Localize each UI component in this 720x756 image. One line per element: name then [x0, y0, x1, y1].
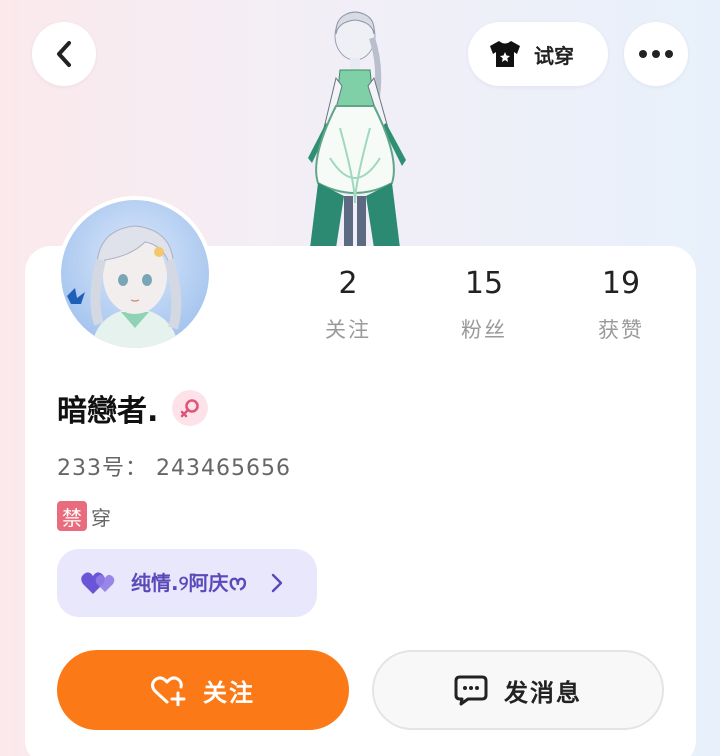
stat-following-label: 关注 [325, 318, 371, 342]
back-button[interactable] [32, 22, 96, 86]
chat-bubble-icon [454, 675, 488, 706]
message-button[interactable]: 发消息 [372, 650, 664, 730]
follow-label: 关注 [203, 678, 255, 707]
follow-button[interactable]: 关注 [57, 650, 349, 730]
stat-followers-label: 粉丝 [461, 318, 507, 342]
stat-followers[interactable]: 15 粉丝 [424, 262, 544, 344]
try-on-label: 试穿 [534, 43, 574, 68]
female-icon [172, 390, 209, 426]
partner-link[interactable]: 纯情.୨阿庆ᰔ [57, 549, 317, 617]
more-dots-icon [639, 50, 673, 58]
stat-following-count: 2 [338, 266, 358, 301]
profile-stats: 2 关注 15 粉丝 19 获赞 [0, 262, 720, 352]
stat-following[interactable]: 2 关注 [288, 262, 408, 344]
double-heart-icon [81, 572, 115, 594]
chevron-left-icon [57, 41, 71, 67]
stat-likes-label: 获赞 [598, 318, 644, 342]
stat-followers-count: 15 [464, 266, 504, 301]
user-id: 233号： 243465656 [57, 456, 291, 481]
username-row: 暗戀者. [57, 386, 209, 430]
top-bar: 试穿 [0, 0, 720, 110]
username: 暗戀者. [57, 394, 159, 429]
stat-likes[interactable]: 19 获赞 [561, 262, 681, 344]
partner-name: 纯情.୨阿庆ᰔ [131, 571, 248, 595]
chevron-right-icon [272, 573, 283, 593]
ban-tag: 禁 [57, 501, 87, 531]
ban-status: 禁 穿 [57, 501, 111, 531]
tshirt-icon [490, 41, 520, 67]
heart-plus-icon [151, 676, 186, 706]
ban-text: 穿 [91, 505, 111, 530]
more-button[interactable] [624, 22, 688, 86]
message-label: 发消息 [504, 678, 582, 707]
stat-likes-count: 19 [601, 266, 641, 301]
try-on-button[interactable]: 试穿 [468, 22, 608, 86]
